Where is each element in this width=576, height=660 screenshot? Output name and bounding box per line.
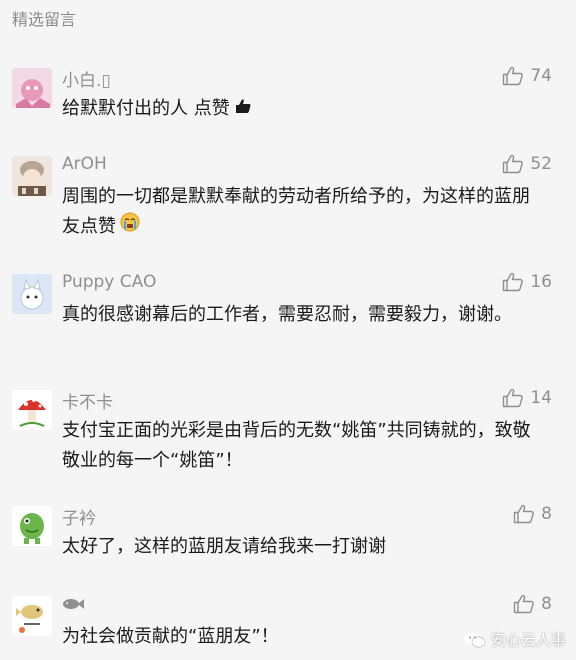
- like-button[interactable]: 74: [502, 66, 552, 86]
- comment-nickname[interactable]: ArOH: [62, 154, 107, 174]
- like-count: 8: [541, 594, 552, 614]
- comment-nickname[interactable]: [62, 596, 84, 616]
- section-title: 精选留言: [12, 10, 77, 29]
- comment-nickname[interactable]: 子衿: [62, 504, 96, 529]
- thumbs-up-icon: [503, 388, 524, 408]
- crying-face-emoji-icon: [120, 212, 140, 242]
- like-count: 74: [530, 66, 552, 86]
- thumbs-up-icon: [503, 66, 524, 86]
- wechat-icon: [464, 632, 486, 647]
- avatar[interactable]: [12, 274, 52, 314]
- avatar[interactable]: [12, 68, 52, 108]
- thumbs-up-icon: [513, 504, 534, 524]
- thumbs-up-icon: [513, 594, 534, 614]
- like-button[interactable]: 16: [502, 272, 552, 292]
- thumbs-up-icon: [503, 154, 524, 174]
- like-count: 16: [530, 272, 552, 292]
- watermark-text: 安心云人事: [490, 631, 566, 649]
- comment-text: 给默默付出的人 点赞: [62, 94, 542, 124]
- comment-text: 真的很感谢幕后的工作者，需要忍耐，需要毅力，谢谢。: [62, 304, 512, 325]
- thumbs-up-icon: [503, 272, 524, 292]
- comment-text: 太好了，这样的蓝朋友请给我来一打谢谢: [62, 536, 386, 557]
- like-button[interactable]: 52: [502, 154, 552, 174]
- like-button[interactable]: 8: [513, 594, 552, 614]
- avatar[interactable]: [12, 156, 52, 196]
- avatar[interactable]: [12, 596, 52, 636]
- like-button[interactable]: 8: [513, 504, 552, 524]
- comment-nickname[interactable]: 小白.▯: [62, 66, 111, 91]
- comment-text: 周围的一切都是默默奉献的劳动者所给予的，为这样的蓝朋友点赞: [62, 182, 542, 242]
- like-count: 14: [530, 388, 552, 408]
- avatar[interactable]: [12, 506, 52, 546]
- like-count: 8: [541, 504, 552, 524]
- thumbs-up-emoji-icon: [234, 94, 252, 124]
- like-count: 52: [530, 154, 552, 174]
- comment-text: 支付宝正面的光彩是由背后的无数“姚笛”共同铸就的，致敬敬业的每一个“姚笛”！: [62, 420, 531, 471]
- comment-nickname[interactable]: Puppy CAO: [62, 272, 156, 292]
- comment-nickname[interactable]: 卡不卡: [62, 388, 113, 413]
- like-button[interactable]: 14: [502, 388, 552, 408]
- fish-icon: [63, 599, 84, 609]
- avatar[interactable]: [12, 390, 52, 430]
- watermark: 安心云人事: [464, 629, 566, 650]
